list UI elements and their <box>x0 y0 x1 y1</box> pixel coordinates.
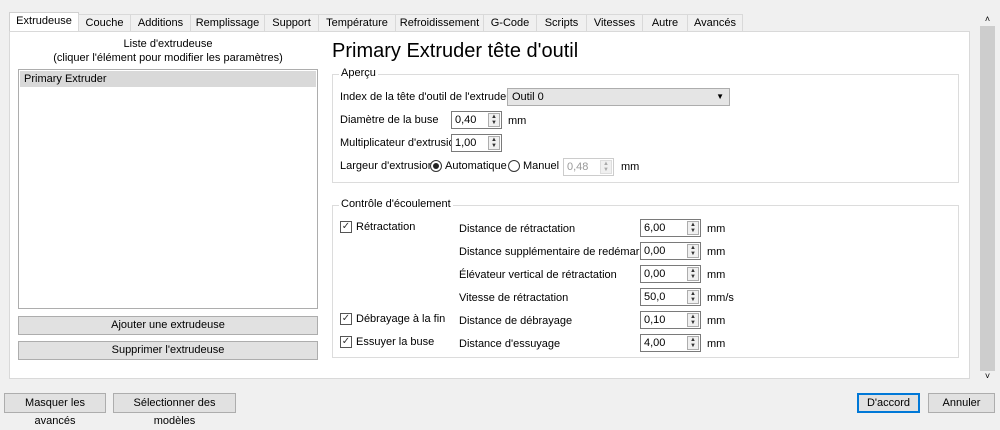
hide-advanced-button[interactable]: Masquer les avancés <box>4 393 106 427</box>
tab-4[interactable]: Support <box>264 14 319 32</box>
tab-8[interactable]: Scripts <box>536 14 587 32</box>
unit-label: mm <box>707 246 726 258</box>
tab-9[interactable]: Vitesses <box>586 14 643 32</box>
unit-label: mm <box>707 315 726 327</box>
extruder-list-subtitle: (cliquer l'élément pour modifier les par… <box>53 52 283 64</box>
ok-button[interactable]: D'accord <box>857 393 920 413</box>
checkbox-label[interactable]: Débrayage à la fin <box>356 313 445 325</box>
checkbox[interactable]: ✓ <box>340 221 352 233</box>
field-label: Distance de débrayage <box>459 315 573 327</box>
spin-arrows-icon[interactable]: ▲ ▼ <box>488 136 500 150</box>
checkbox[interactable]: ✓ <box>340 336 352 348</box>
tab-10[interactable]: Autre <box>642 14 688 32</box>
auto-label[interactable]: Automatique <box>445 160 507 172</box>
auto-radio[interactable] <box>430 160 442 172</box>
scrollbar-thumb[interactable] <box>980 26 995 371</box>
field-label: Élévateur vertical de rétractation <box>459 269 617 281</box>
multiplier-label: Multiplicateur d'extrusion <box>340 137 461 149</box>
unit-label: mm <box>621 161 640 173</box>
value: 0,10 <box>644 314 666 326</box>
group-label: Contrôle d'écoulement <box>339 198 453 210</box>
spin-arrows-icon[interactable]: ▲ ▼ <box>687 221 699 235</box>
value: 0,48 <box>567 161 589 173</box>
scroll-down-icon[interactable]: ˅ <box>979 371 996 381</box>
unit-label: mm <box>707 223 726 235</box>
spin-arrows-icon[interactable]: ▲ ▼ <box>488 113 500 127</box>
unit-label: mm <box>707 269 726 281</box>
tab-2[interactable]: Additions <box>130 14 191 32</box>
extruder-list-title: Liste d'extrudeuse <box>123 38 213 50</box>
value: 0,40 <box>455 114 477 126</box>
index-label: Index de la tête d'outil de l'extrudeuse <box>340 91 524 103</box>
tab-5[interactable]: Température <box>318 14 396 32</box>
manual-radio[interactable] <box>508 160 520 172</box>
select-models-button[interactable]: Sélectionner des modèles <box>113 393 236 427</box>
extrusion-multiplier-input[interactable]: 1,00 ▲ ▼ <box>451 134 502 152</box>
scroll-up-icon[interactable]: ˄ <box>979 14 996 26</box>
unit-label: mm/s <box>707 292 734 304</box>
spin-arrows-icon: ▲ ▼ <box>600 160 612 174</box>
tab-6[interactable]: Refroidissement <box>395 14 484 32</box>
spin-arrows-icon[interactable]: ▲ ▼ <box>687 336 699 350</box>
vertical-scrollbar[interactable]: ˄ ˅ <box>979 14 996 386</box>
tool-index-select[interactable]: Outil 0 ▼ <box>507 88 730 106</box>
diameter-label: Diamètre de la buse <box>340 114 439 126</box>
tab-7[interactable]: G-Code <box>483 14 537 32</box>
spin-arrows-icon[interactable]: ▲ ▼ <box>687 290 699 304</box>
cancel-button[interactable]: Annuler <box>928 393 995 413</box>
value: 50,0 <box>644 291 666 303</box>
spin-input[interactable]: 50,0 ▲ ▼ <box>640 288 701 306</box>
tab-11[interactable]: Avancés <box>687 14 743 32</box>
spin-input[interactable]: 6,00 ▲ ▼ <box>640 219 701 237</box>
value: 6,00 <box>644 222 666 234</box>
field-label: Distance d'essuyage <box>459 338 561 350</box>
checkbox-label[interactable]: Essuyer la buse <box>356 336 434 348</box>
unit-label: mm <box>508 115 527 127</box>
manual-width-input[interactable]: 0,48 ▲ ▼ <box>563 158 614 176</box>
chevron-down-icon: ▼ <box>716 92 724 101</box>
value: 1,00 <box>455 137 477 149</box>
field-label: Vitesse de rétractation <box>459 292 569 304</box>
value: 0,00 <box>644 268 666 280</box>
page-title: Primary Extruder tête d'outil <box>332 40 579 62</box>
spin-arrows-icon[interactable]: ▲ ▼ <box>687 267 699 281</box>
checkbox-label[interactable]: Rétractation <box>356 221 415 233</box>
spin-input[interactable]: 0,10 ▲ ▼ <box>640 311 701 329</box>
tool-index-value: Outil 0 <box>512 91 544 103</box>
width-label: Largeur d'extrusion <box>340 160 434 172</box>
group-label: Aperçu <box>339 67 378 79</box>
field-label: Distance de rétractation <box>459 223 576 235</box>
extruder-list: Primary Extruder <box>18 69 318 309</box>
spin-input[interactable]: 0,00 ▲ ▼ <box>640 265 701 283</box>
spin-arrows-icon[interactable]: ▲ ▼ <box>687 313 699 327</box>
tab-1[interactable]: Couche <box>78 14 131 32</box>
manual-label[interactable]: Manuel <box>523 160 559 172</box>
value: 0,00 <box>644 245 666 257</box>
spin-arrows-icon[interactable]: ▲ ▼ <box>687 244 699 258</box>
spin-input[interactable]: 4,00 ▲ ▼ <box>640 334 701 352</box>
tab-3[interactable]: Remplissage <box>190 14 265 32</box>
field-label: Distance supplémentaire de redémarrage <box>459 246 662 258</box>
nozzle-diameter-input[interactable]: 0,40 ▲ ▼ <box>451 111 502 129</box>
list-item[interactable]: Primary Extruder <box>20 71 316 87</box>
checkbox[interactable]: ✓ <box>340 313 352 325</box>
value: 4,00 <box>644 337 666 349</box>
spin-input[interactable]: 0,00 ▲ ▼ <box>640 242 701 260</box>
remove-extruder-button[interactable]: Supprimer l'extrudeuse <box>18 341 318 360</box>
unit-label: mm <box>707 338 726 350</box>
tab-0[interactable]: Extrudeuse <box>9 12 79 32</box>
add-extruder-button[interactable]: Ajouter une extrudeuse <box>18 316 318 335</box>
